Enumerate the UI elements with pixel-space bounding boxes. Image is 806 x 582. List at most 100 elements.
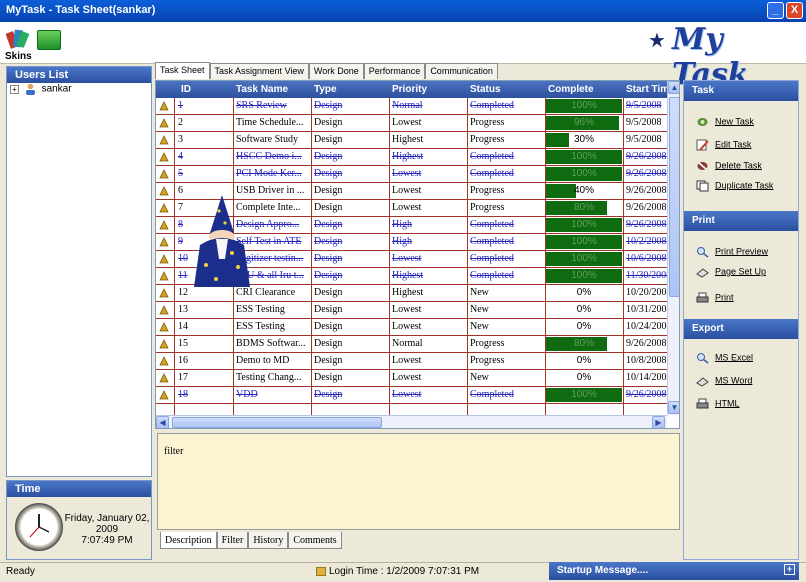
tab-performance[interactable]: Performance bbox=[363, 63, 426, 79]
print-preview-link[interactable]: Print Preview bbox=[696, 246, 768, 262]
task-row-icon bbox=[159, 186, 169, 196]
table-row[interactable]: 1 SRS Review Design Normal Completed 9/5/2008… bbox=[156, 98, 667, 115]
export-section-header: Export bbox=[684, 319, 798, 339]
scroll-down-icon[interactable]: ▼ bbox=[668, 401, 679, 414]
cell-status: Progress bbox=[470, 185, 505, 196]
edit-task-link[interactable]: Edit Task bbox=[696, 139, 751, 155]
table-row[interactable]: 18 VDD Design Lowest Completed 9/26/2008 100% bbox=[156, 387, 667, 404]
scroll-left-icon[interactable]: ◀ bbox=[156, 416, 169, 428]
task-row-icon bbox=[159, 152, 169, 162]
cell-id: 13 bbox=[178, 304, 188, 315]
html-export-link[interactable]: HTML bbox=[696, 398, 740, 414]
task-section-header: Task bbox=[684, 81, 798, 101]
tab-description[interactable]: Description bbox=[160, 532, 217, 549]
table-row[interactable]: 15 BDMS Softwar... Design Normal Progress 9/2… bbox=[156, 336, 667, 353]
cell-priority: Highest bbox=[392, 151, 424, 162]
cell-type: Design bbox=[314, 134, 343, 145]
table-row[interactable]: 16 Demo to MD Design Lowest Progress 10/8/200… bbox=[156, 353, 667, 370]
cell-start: 10/20/2008 bbox=[626, 287, 667, 298]
cell-start: 10/31/2008 bbox=[626, 304, 667, 315]
startup-expand-icon[interactable]: + bbox=[784, 564, 795, 575]
cell-type: Design bbox=[314, 270, 343, 281]
scroll-right-icon[interactable]: ▶ bbox=[652, 416, 665, 428]
skins-icon[interactable] bbox=[6, 26, 30, 50]
ms-word-icon bbox=[696, 377, 709, 387]
col-header-priority[interactable]: Priority bbox=[392, 84, 427, 95]
print-preview-label: Print Preview bbox=[715, 246, 769, 257]
ms-word-link[interactable]: MS Word bbox=[696, 375, 752, 391]
cell-priority: Lowest bbox=[392, 202, 422, 213]
table-row[interactable]: 2 Time Schedule... Design Lowest Progress 9/5… bbox=[156, 115, 667, 132]
cell-id: 4 bbox=[178, 151, 183, 162]
printer-icon bbox=[696, 292, 709, 303]
tab-task-assignment-view[interactable]: Task Assignment View bbox=[209, 63, 309, 79]
table-row[interactable]: 4 HSCC Demo i... Design Highest Completed 9/2… bbox=[156, 149, 667, 166]
cell-status: Progress bbox=[470, 338, 505, 349]
table-row[interactable]: 5 PCI Mode Ker... Design Lowest Completed 9/2… bbox=[156, 166, 667, 183]
page-setup-link[interactable]: Page Set Up bbox=[696, 266, 766, 282]
edit-task-icon bbox=[696, 139, 709, 151]
col-header-task-name[interactable]: Task Name bbox=[236, 84, 288, 95]
task-row-icon bbox=[159, 220, 169, 230]
horizontal-scroll-thumb[interactable] bbox=[172, 417, 382, 428]
col-header-start-time[interactable]: Start Tim bbox=[626, 84, 669, 95]
vertical-scrollbar[interactable]: ▲ ▼ bbox=[667, 81, 679, 415]
task-row-icon bbox=[159, 101, 169, 111]
grid-header: ID Task Name Type Priority Status Comple… bbox=[156, 81, 679, 98]
duplicate-task-link[interactable]: Duplicate Task bbox=[696, 180, 773, 196]
wizard-mascot-icon bbox=[194, 195, 250, 287]
table-row[interactable]: 14 ESS Testing Design Lowest New 10/24/2008 0% bbox=[156, 319, 667, 336]
cell-priority: Lowest bbox=[392, 185, 422, 196]
cell-name: Time Schedule... bbox=[236, 117, 304, 128]
col-header-type[interactable]: Type bbox=[314, 84, 337, 95]
delete-task-icon bbox=[697, 162, 708, 170]
users-list-header: Users List bbox=[7, 67, 151, 83]
table-row[interactable]: 17 Testing Chang... Design Lowest New 10/14/2… bbox=[156, 370, 667, 387]
scroll-up-icon[interactable]: ▲ bbox=[668, 81, 679, 94]
cell-type: Design bbox=[314, 100, 343, 111]
print-label: Print bbox=[715, 292, 734, 303]
vertical-scroll-thumb[interactable] bbox=[669, 97, 679, 297]
col-header-status[interactable]: Status bbox=[470, 84, 501, 95]
print-link[interactable]: Print bbox=[696, 292, 734, 308]
tab-history[interactable]: History bbox=[248, 532, 289, 549]
progress-label: 0% bbox=[576, 304, 592, 315]
tab-task-sheet[interactable]: Task Sheet bbox=[155, 62, 210, 79]
table-row[interactable]: 13 ESS Testing Design Lowest New 10/31/2008 0% bbox=[156, 302, 667, 319]
task-row-icon bbox=[159, 118, 169, 128]
task-row-icon bbox=[159, 135, 169, 145]
cell-start: 9/26/2008 bbox=[626, 168, 667, 179]
horizontal-scrollbar[interactable]: ◀ ▶ bbox=[156, 415, 667, 428]
tab-communication[interactable]: Communication bbox=[425, 63, 498, 79]
cell-type: Design bbox=[314, 236, 343, 247]
minimize-button[interactable]: _ bbox=[767, 2, 784, 19]
cell-priority: Highest bbox=[392, 270, 424, 281]
new-task-link[interactable]: New Task bbox=[696, 116, 754, 132]
cell-start: 9/26/2008 bbox=[626, 185, 667, 196]
progress-label: 100% bbox=[571, 100, 597, 111]
tree-item-user[interactable]: + sankar bbox=[10, 83, 72, 97]
green-toolbar-icon[interactable] bbox=[37, 30, 61, 50]
tab-filter[interactable]: Filter bbox=[216, 532, 249, 549]
ms-excel-link[interactable]: MS Excel bbox=[696, 352, 753, 368]
html-export-label: HTML bbox=[715, 398, 740, 409]
startup-message-bar[interactable]: Startup Message.... + bbox=[549, 562, 799, 580]
cell-status: Completed bbox=[470, 219, 514, 230]
table-row[interactable]: 3 Software Study Design Highest Progress 9/5/… bbox=[156, 132, 667, 149]
skins-label[interactable]: Skins bbox=[5, 51, 32, 62]
description-area[interactable]: filter bbox=[157, 433, 680, 530]
tab-work-done[interactable]: Work Done bbox=[308, 63, 364, 79]
expand-icon[interactable]: + bbox=[10, 84, 19, 94]
delete-task-link[interactable]: Delete Task bbox=[696, 160, 762, 176]
col-header-id[interactable]: ID bbox=[181, 84, 191, 95]
progress-label: 30% bbox=[573, 134, 594, 145]
cell-status: Completed bbox=[470, 389, 514, 400]
cell-start: 9/5/2008 bbox=[626, 117, 662, 128]
close-button[interactable]: X bbox=[786, 2, 803, 19]
col-header-complete[interactable]: Complete bbox=[548, 84, 594, 95]
tab-comments[interactable]: Comments bbox=[288, 532, 342, 549]
startup-message-text: Startup Message.... bbox=[557, 565, 649, 576]
cell-priority: Lowest bbox=[392, 372, 422, 383]
cell-start: 10/8/2008 bbox=[626, 355, 667, 366]
cell-status: Progress bbox=[470, 134, 505, 145]
